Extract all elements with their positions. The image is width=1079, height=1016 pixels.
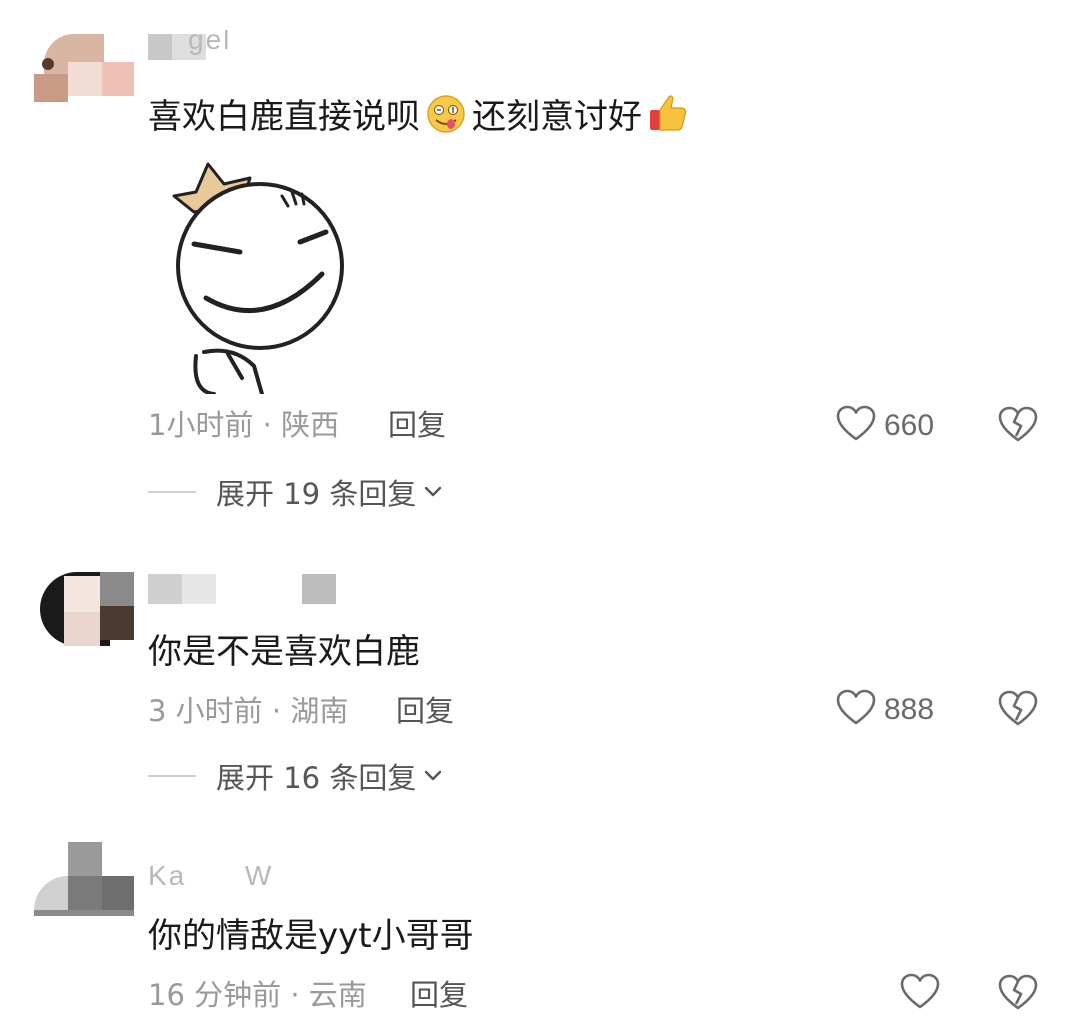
heart-outline-icon: [836, 689, 876, 731]
dislike-button[interactable]: [998, 974, 1038, 1014]
avatar[interactable]: [34, 572, 134, 646]
heart-outline-icon: [836, 405, 876, 447]
chevron-down-icon: [424, 767, 442, 786]
username[interactable]: gel: [148, 30, 258, 70]
comment-location: 湖南: [290, 694, 349, 728]
broken-heart-icon: [998, 406, 1038, 448]
avatar[interactable]: [34, 28, 134, 102]
comment-meta: 16 分钟前 · 云南: [148, 978, 367, 1012]
like-button[interactable]: 888: [836, 689, 935, 731]
divider: [148, 491, 196, 493]
comment-text-part: 喜欢白鹿直接说呗: [148, 97, 420, 137]
drooling-face-icon: [424, 94, 468, 143]
expand-replies-button[interactable]: 展开 19 条回复: [148, 472, 442, 512]
reply-button[interactable]: 回复: [410, 978, 468, 1012]
username-text: gel: [188, 30, 232, 55]
like-button[interactable]: 660: [836, 405, 935, 447]
comment-time: 16 分钟前: [148, 978, 282, 1012]
expand-replies-label: 展开 16 条回复: [216, 761, 417, 795]
sticker-image[interactable]: [164, 156, 364, 396]
reply-button[interactable]: 回复: [396, 694, 454, 728]
comment-meta: 1小时前 · 陕西: [148, 408, 339, 442]
meta-separator: ·: [281, 978, 309, 1012]
comment-text: 你是不是喜欢白鹿: [148, 632, 420, 672]
meta-separator: ·: [253, 408, 282, 442]
comment-text-part: 还刻意讨好: [472, 97, 642, 137]
heart-outline-icon: [900, 973, 940, 1015]
comment-time: 3 小时前: [148, 694, 263, 728]
comment-text: 喜欢白鹿直接说呗 还刻意讨好: [148, 90, 694, 143]
username[interactable]: [148, 574, 348, 614]
broken-heart-icon: [998, 974, 1038, 1016]
comment-time: 1小时前: [148, 408, 254, 442]
comment-location: 陕西: [281, 408, 340, 442]
chevron-down-icon: [424, 483, 442, 502]
username[interactable]: Ka W: [148, 858, 328, 898]
meta-separator: ·: [262, 694, 291, 728]
comment-meta: 3 小时前 · 湖南: [148, 694, 348, 728]
like-count: 888: [884, 693, 935, 726]
divider: [148, 775, 196, 777]
comment-text: 你的情敌是yyt小哥哥: [148, 916, 474, 956]
reply-button[interactable]: 回复: [388, 408, 446, 442]
username-text: Ka W: [148, 860, 274, 891]
expand-replies-button[interactable]: 展开 16 条回复: [148, 756, 442, 796]
avatar[interactable]: [34, 842, 134, 916]
comment-location: 云南: [308, 978, 367, 1012]
thumbs-up-icon: [646, 90, 690, 143]
dislike-button[interactable]: [998, 690, 1038, 730]
dislike-button[interactable]: [998, 406, 1038, 446]
broken-heart-icon: [998, 690, 1038, 732]
expand-replies-label: 展开 19 条回复: [216, 477, 417, 511]
like-button[interactable]: [900, 973, 940, 1015]
like-count: 660: [884, 409, 935, 442]
